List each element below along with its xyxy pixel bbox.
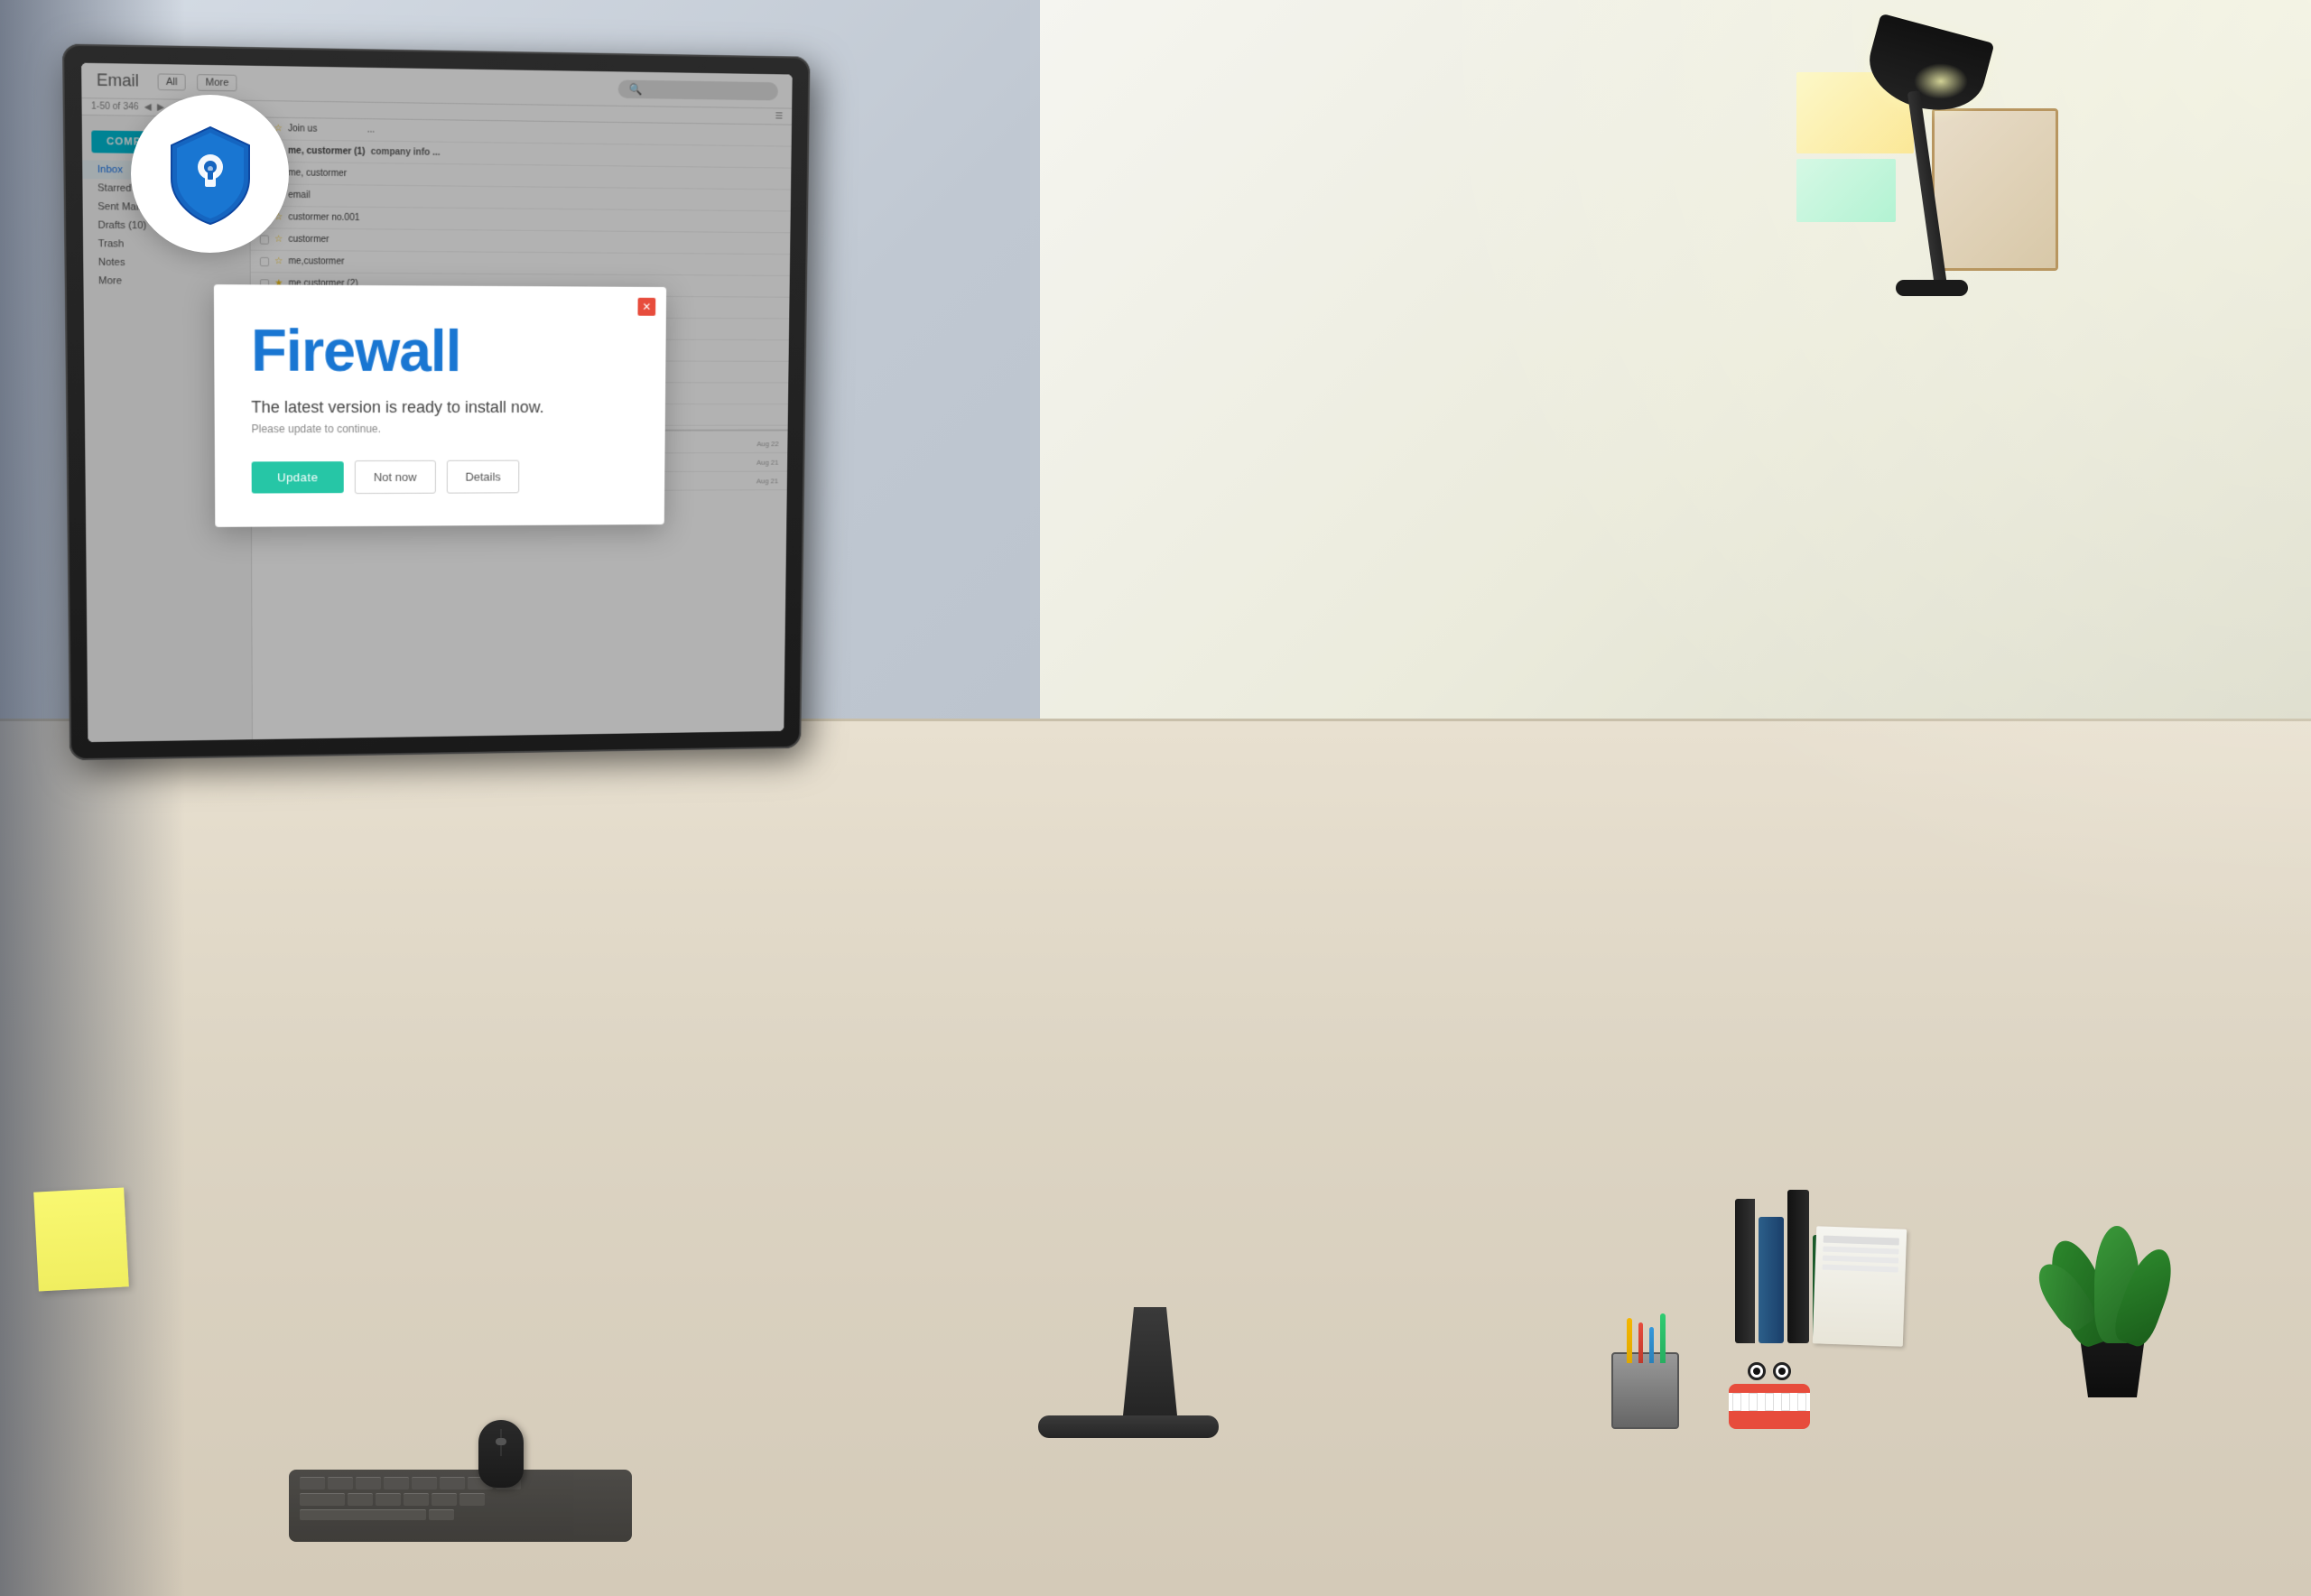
binder-3 — [1787, 1190, 1809, 1343]
paper-line-1 — [1824, 1236, 1899, 1246]
firewall-subtitle: The latest version is ready to install n… — [251, 398, 630, 417]
shield-icon-container — [131, 95, 289, 253]
binder-2 — [1759, 1217, 1784, 1343]
frame-content — [1935, 111, 2056, 268]
lamp-glow — [1914, 63, 1968, 99]
wall-note-2 — [1796, 159, 1896, 222]
teeth-top — [1729, 1393, 1810, 1411]
dialog-buttons: Update Not now Details — [252, 459, 630, 494]
not-now-button[interactable]: Not now — [355, 460, 436, 494]
plant-leaves — [2058, 1199, 2167, 1343]
keyboard-row-1 — [300, 1477, 621, 1489]
pencil-holder — [1611, 1352, 1679, 1429]
toy-body — [1729, 1384, 1810, 1429]
pencil-3 — [1649, 1327, 1654, 1363]
mouse[interactable] — [478, 1420, 524, 1488]
keyboard-row-2 — [300, 1493, 621, 1506]
details-button[interactable]: Details — [446, 460, 519, 494]
keyboard-spacebar-row — [300, 1509, 621, 1520]
paper-line-3 — [1823, 1256, 1898, 1264]
pencil-2 — [1638, 1322, 1643, 1363]
pencil-1 — [1627, 1318, 1632, 1363]
plant — [2058, 1253, 2167, 1397]
teeth-toy — [1729, 1362, 1810, 1429]
sticky-note — [33, 1187, 129, 1291]
firewall-dialog: ✕ Firewall The latest version is ready t… — [214, 284, 666, 527]
binder-1 — [1735, 1199, 1755, 1343]
dialog-close-button[interactable]: ✕ — [637, 298, 655, 316]
keyboard — [289, 1470, 632, 1542]
holder-cup — [1611, 1352, 1679, 1429]
firewall-description: Please update to continue. — [251, 422, 629, 435]
desk-surface — [0, 719, 2311, 1596]
update-button[interactable]: Update — [252, 461, 344, 493]
paper-line-4 — [1823, 1265, 1898, 1273]
photo-frame — [1932, 108, 2058, 271]
lamp-base — [1896, 280, 1968, 296]
shield-svg — [161, 120, 260, 228]
shield-circle — [131, 95, 289, 253]
firewall-title: Firewall — [251, 321, 631, 380]
paper-stack — [1813, 1226, 1907, 1346]
keyboard-keys — [289, 1470, 632, 1527]
monitor-base — [1038, 1415, 1219, 1438]
close-icon: ✕ — [642, 301, 651, 313]
paper-line-2 — [1823, 1247, 1898, 1255]
pencil-4 — [1660, 1313, 1666, 1363]
mouse-scroll — [496, 1438, 506, 1445]
